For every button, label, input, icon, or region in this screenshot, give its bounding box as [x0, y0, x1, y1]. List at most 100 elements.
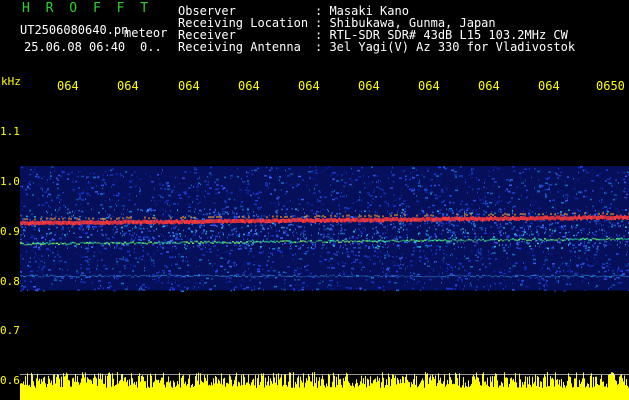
amplitude-bar [450, 377, 451, 400]
noise-speck [111, 254, 112, 256]
amplitude-bar [502, 383, 503, 400]
noise-speck [238, 248, 240, 250]
noise-speck [409, 223, 412, 225]
noise-speck [626, 193, 628, 196]
noise-speck [260, 247, 261, 249]
secondary-signal-line [292, 241, 294, 244]
noise-speck [425, 232, 427, 235]
noise-speck [97, 265, 98, 267]
secondary-signal-line [72, 241, 74, 244]
carrier-signal-line [458, 216, 460, 221]
noise-speck [137, 208, 139, 211]
secondary-signal-line [374, 240, 376, 242]
noise-speck [102, 180, 104, 183]
noise-speck [38, 246, 40, 249]
noise-speck [313, 192, 316, 194]
carrier-signal-line [118, 220, 120, 225]
noise-speck [500, 223, 501, 225]
noise-speck [562, 236, 564, 238]
secondary-signal-line [54, 242, 56, 245]
noise-speck [596, 235, 597, 237]
amplitude-bar [146, 388, 147, 400]
amplitude-bar [525, 376, 526, 400]
amplitude-bar [93, 377, 94, 400]
noise-speck [266, 166, 267, 169]
carrier-signal-glow [34, 218, 36, 221]
baseline-band [434, 276, 437, 278]
noise-speck [522, 225, 525, 227]
baseline-band [314, 275, 317, 277]
noise-speck [62, 192, 64, 194]
noise-speck [444, 167, 447, 170]
noise-speck [86, 192, 89, 195]
secondary-signal-line [456, 240, 458, 242]
noise-speck [412, 167, 415, 169]
carrier-signal-line [170, 220, 172, 225]
secondary-signal-line [312, 241, 314, 244]
noise-speck [215, 192, 218, 195]
noise-speck [465, 229, 466, 232]
noise-speck [175, 281, 176, 284]
amplitude-bar [151, 375, 152, 400]
noise-speck [247, 208, 249, 211]
noise-speck [224, 227, 225, 229]
carrier-signal-line [58, 220, 60, 225]
noise-speck [332, 267, 335, 269]
noise-speck [67, 212, 69, 215]
noise-speck [424, 282, 425, 284]
noise-speck [153, 237, 155, 240]
noise-speck [528, 242, 530, 244]
noise-speck [166, 193, 167, 195]
amplitude-bar [258, 374, 259, 400]
amplitude-bar [443, 381, 444, 400]
noise-speck [87, 182, 90, 185]
amplitude-bar [154, 381, 155, 400]
noise-speck [326, 224, 329, 226]
noise-speck [582, 227, 585, 230]
noise-speck [247, 238, 248, 240]
noise-speck [211, 278, 213, 280]
noise-speck [610, 286, 612, 288]
noise-speck [52, 252, 54, 254]
noise-speck [358, 255, 360, 257]
amplitude-bar [145, 381, 146, 400]
noise-speck [466, 257, 469, 260]
noise-speck [327, 213, 329, 216]
noise-speck [113, 289, 116, 292]
noise-speck [549, 184, 552, 186]
noise-speck [295, 228, 296, 231]
noise-speck [108, 215, 110, 218]
noise-speck [230, 192, 233, 194]
noise-speck [581, 191, 583, 194]
secondary-signal-line [410, 239, 412, 241]
amplitude-bar [247, 382, 248, 400]
secondary-signal-line [296, 241, 298, 244]
amplitude-bar [92, 383, 93, 400]
carrier-signal-line [210, 219, 212, 224]
carrier-signal-glow [564, 213, 566, 215]
noise-speck [186, 214, 187, 216]
noise-speck [194, 172, 197, 174]
noise-speck [185, 235, 186, 237]
noise-speck [623, 178, 625, 181]
amplitude-bar [519, 373, 520, 400]
baseline-band [242, 274, 245, 276]
noise-speck [346, 195, 347, 197]
noise-speck [160, 187, 162, 190]
noise-speck [428, 245, 431, 247]
noise-speck [622, 171, 625, 174]
carrier-signal-glow [376, 214, 378, 217]
amplitude-bar [74, 381, 75, 400]
noise-speck [42, 267, 44, 269]
amplitude-bar [375, 378, 376, 400]
amplitude-bar [175, 387, 176, 400]
noise-speck [485, 227, 486, 230]
baseline-band [176, 274, 179, 276]
noise-speck [204, 254, 205, 256]
noise-speck [530, 225, 531, 227]
noise-speck [610, 222, 611, 224]
carrier-signal-line [380, 218, 382, 223]
noise-speck [548, 171, 551, 173]
baseline-band [290, 276, 293, 277]
secondary-signal-line [444, 239, 446, 241]
